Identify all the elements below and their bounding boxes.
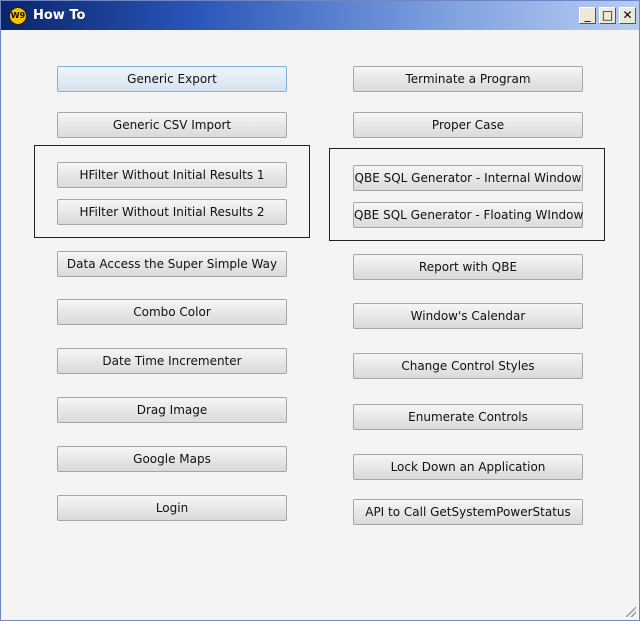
generic-csv-import-button[interactable]: Generic CSV Import <box>57 112 287 138</box>
hfilter-results-1-button[interactable]: HFilter Without Initial Results 1 <box>57 162 287 188</box>
change-control-styles-button[interactable]: Change Control Styles <box>353 353 583 379</box>
combo-color-button[interactable]: Combo Color <box>57 299 287 325</box>
report-with-qbe-button[interactable]: Report with QBE <box>353 254 583 280</box>
title-bar[interactable]: W9 How To _ □ ✕ <box>1 1 639 30</box>
windows-calendar-button[interactable]: Window's Calendar <box>353 303 583 329</box>
generic-export-button[interactable]: Generic Export <box>57 66 287 92</box>
drag-image-button[interactable]: Drag Image <box>57 397 287 423</box>
qbe-internal-window-button[interactable]: QBE SQL Generator - Internal Window <box>353 165 583 191</box>
app-logo-icon: W9 <box>9 7 27 25</box>
resize-grip-icon[interactable] <box>626 607 636 617</box>
hfilter-results-2-button[interactable]: HFilter Without Initial Results 2 <box>57 199 287 225</box>
qbe-floating-window-button[interactable]: QBE SQL Generator - Floating WIndow <box>353 202 583 228</box>
minimize-button[interactable]: _ <box>579 7 596 24</box>
login-button[interactable]: Login <box>57 495 287 521</box>
enumerate-controls-button[interactable]: Enumerate Controls <box>353 404 583 430</box>
window-title: How To <box>33 8 86 23</box>
data-access-button[interactable]: Data Access the Super Simple Way <box>57 251 287 277</box>
maximize-button[interactable]: □ <box>599 7 616 24</box>
lock-down-application-button[interactable]: Lock Down an Application <box>353 454 583 480</box>
google-maps-button[interactable]: Google Maps <box>57 446 287 472</box>
terminate-program-button[interactable]: Terminate a Program <box>353 66 583 92</box>
proper-case-button[interactable]: Proper Case <box>353 112 583 138</box>
get-system-power-status-button[interactable]: API to Call GetSystemPowerStatus <box>353 499 583 525</box>
date-time-incrementer-button[interactable]: Date Time Incrementer <box>57 348 287 374</box>
close-button[interactable]: ✕ <box>619 7 636 24</box>
how-to-window: W9 How To _ □ ✕ Generic Export Generic C… <box>0 0 640 621</box>
